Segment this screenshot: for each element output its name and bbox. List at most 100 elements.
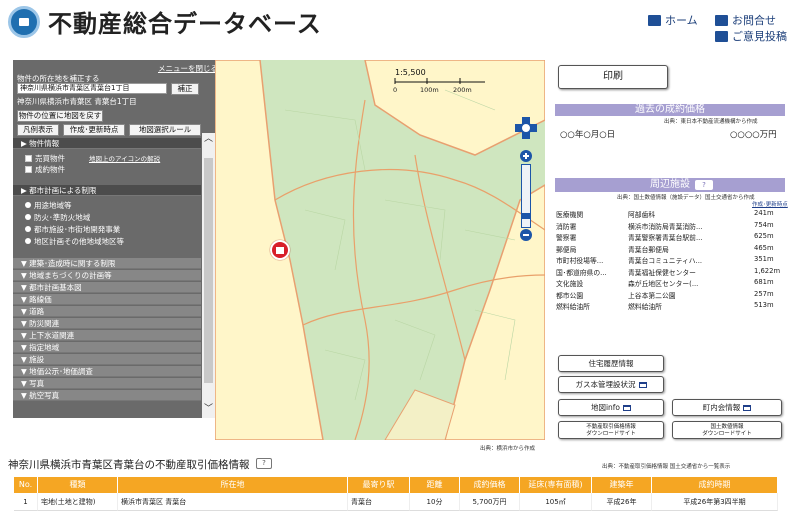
sold-checkbox[interactable]: 成約物件 xyxy=(25,164,65,175)
scroll-up-icon[interactable]: ︿ xyxy=(204,135,213,144)
address-input[interactable]: 神奈川県横浜市青葉区青葉台1丁目 xyxy=(17,83,167,94)
radio-icon xyxy=(25,226,31,232)
scroll-thumb[interactable] xyxy=(204,158,213,383)
facility-name: 青葉台郵便局 xyxy=(628,245,669,254)
print-button[interactable]: 印刷 xyxy=(558,65,668,89)
radio-icon xyxy=(25,214,31,220)
section-road[interactable]: ▼ 道路 xyxy=(13,306,201,317)
scale-200m: 200m xyxy=(453,86,472,94)
map-view[interactable]: 1:5,500 0 100m 200m xyxy=(215,60,545,440)
facility-row: 警察署 青葉警察署青葉台駅前... 625m xyxy=(556,232,786,242)
housing-history-button[interactable]: 住宅履歴情報 xyxy=(558,355,664,372)
section-land-price[interactable]: ▼ 地価公示･地価調査 xyxy=(13,366,201,377)
external-link-icon xyxy=(638,382,647,388)
map-rule-button[interactable]: 地図選択ルール xyxy=(129,124,201,136)
address-display: 神奈川県横浜市青葉区 青葉台1丁目 xyxy=(17,97,137,106)
section-water[interactable]: ▼ 上下水道関連 xyxy=(13,330,201,341)
zoom-in-icon[interactable] xyxy=(520,150,532,162)
close-menu-link[interactable]: メニューを閉じる xyxy=(158,63,215,74)
for-sale-label: 売買物件 xyxy=(35,154,65,163)
facility-distance: 1,622m xyxy=(754,266,781,275)
section-community-plan[interactable]: ▼ 地域まちづくりの計画等 xyxy=(13,270,201,281)
icon-explain-link[interactable]: 地図上のアイコンの解説 xyxy=(89,153,160,163)
pan-center-icon xyxy=(520,122,532,134)
table-header-cell: 距離 xyxy=(410,477,460,493)
panel-scrollbar[interactable]: ︿ ﹀ xyxy=(202,133,215,418)
facility-type: 消防署 xyxy=(556,222,577,231)
section-property[interactable]: ▶ 物件情報 xyxy=(13,138,201,149)
zoom-slider-thumb[interactable] xyxy=(522,213,530,219)
section-designated[interactable]: ▼ 指定地域 xyxy=(13,342,201,353)
section-facilities[interactable]: ▼ 施設 xyxy=(13,354,201,365)
section-base-map[interactable]: ▼ 都市計画基本図 xyxy=(13,282,201,293)
table-cell: 10分 xyxy=(410,493,460,511)
radio-fire[interactable]: 防火･準防火地域 xyxy=(25,212,90,223)
home-link[interactable]: ホーム xyxy=(648,12,698,28)
section-road-price[interactable]: ▼ 路線価 xyxy=(13,294,201,305)
community-info-label: 町内会情報 xyxy=(702,403,741,412)
feedback-link[interactable]: ご意見投稿 xyxy=(715,28,787,44)
facility-type: 文化施設 xyxy=(556,280,584,288)
nearby-update-link[interactable]: 作成･更新時点 xyxy=(752,200,788,208)
table-header-cell: 建築年 xyxy=(592,477,652,493)
mail-icon xyxy=(715,14,728,26)
table-source: 出典：不動産取引価格情報 国土交通省から一覧表示 xyxy=(602,464,731,470)
correct-button[interactable]: 補正 xyxy=(171,83,199,95)
table-cell: 青葉台 xyxy=(348,493,410,511)
radio-fire-label: 防火･準防火地域 xyxy=(34,213,91,222)
trade-price-label-1: 不動産取引価格情報 xyxy=(586,424,636,430)
sold-label: 成約物件 xyxy=(35,165,65,174)
map-source: 出典：横浜市から作成 xyxy=(480,446,536,452)
facility-type: 燃料給油所 xyxy=(556,303,590,311)
community-info-button[interactable]: 町内会情報 xyxy=(672,399,782,416)
table-help-icon[interactable]: ? xyxy=(256,458,272,469)
external-link-icon xyxy=(623,405,632,411)
nearby-title: 周辺施設 xyxy=(650,179,690,190)
checkbox-icon xyxy=(25,155,32,162)
section-disaster[interactable]: ▼ 防災関連 xyxy=(13,318,201,329)
help-icon[interactable]: ? xyxy=(695,180,713,190)
zoom-out-icon[interactable] xyxy=(520,229,532,241)
section-building[interactable]: ▼ 建築･造成時に関する制限 xyxy=(13,258,201,269)
update-time-button[interactable]: 作成･更新時点 xyxy=(63,124,125,136)
facility-row: 国･都道府県の... 青葉福祉保健センター 1,622m xyxy=(556,267,786,277)
contact-link[interactable]: お問合せ xyxy=(715,12,776,28)
feedback-label: ご意見投稿 xyxy=(732,30,787,43)
gas-pipe-button[interactable]: ガス本管埋設状況 xyxy=(558,376,664,393)
map-info-button[interactable]: 地図info xyxy=(558,399,664,416)
zoom-slider[interactable] xyxy=(521,164,531,228)
section-urban-plan[interactable]: ▶ 都市計画による制限 xyxy=(13,185,201,196)
table-cell: 5,700万円 xyxy=(460,493,520,511)
facility-row: 燃料給油所 燃料給油所 513m xyxy=(556,301,786,311)
national-data-download-button[interactable]: 国土数値情報 ダウンロードサイト xyxy=(672,421,782,439)
facility-type: 医療機関 xyxy=(556,211,584,219)
section-aerial[interactable]: ▼ 航空写真 xyxy=(13,390,201,401)
section-photo[interactable]: ▼ 写真 xyxy=(13,378,201,389)
facility-row: 市町村役場等... 青葉台コミュニティハ... 351m xyxy=(556,255,786,265)
table-header-cell: No. xyxy=(14,477,38,493)
checkbox-icon xyxy=(25,166,32,173)
scale-0: 0 xyxy=(393,86,398,94)
table-header-cell: 種類 xyxy=(38,477,118,493)
house-shape xyxy=(276,247,284,254)
facility-type: 国･都道府県の... xyxy=(556,268,607,277)
for-sale-checkbox[interactable]: 売買物件 xyxy=(25,153,65,164)
property-marker-icon[interactable] xyxy=(270,240,290,260)
nearby-header: 周辺施設 ? xyxy=(555,178,785,192)
trade-price-download-button[interactable]: 不動産取引価格情報 ダウンロードサイト xyxy=(558,421,664,439)
legend-button[interactable]: 凡例表示 xyxy=(17,124,59,136)
site-title: 不動産総合データベース xyxy=(48,10,322,38)
radio-facilities[interactable]: 都市施設･市街地開発事業 xyxy=(25,224,120,235)
return-to-property-button[interactable]: 物件の位置に地図を戻す xyxy=(17,110,103,122)
radio-district-label: 地区計画その他地域地区等 xyxy=(34,237,124,246)
minus-h xyxy=(523,234,529,236)
facility-name: 青葉警察署青葉台駅前... xyxy=(628,234,703,242)
facility-distance: 257m xyxy=(754,289,774,298)
pan-control[interactable] xyxy=(515,117,537,139)
facility-distance: 513m xyxy=(754,301,774,309)
facility-name: 阿部歯科 xyxy=(628,211,656,219)
table-cell: 平成26年 xyxy=(592,493,652,511)
radio-zoning[interactable]: 用途地域等 xyxy=(25,200,72,211)
radio-district[interactable]: 地区計画その他地域地区等 xyxy=(25,236,124,247)
scroll-down-icon[interactable]: ﹀ xyxy=(204,405,213,414)
